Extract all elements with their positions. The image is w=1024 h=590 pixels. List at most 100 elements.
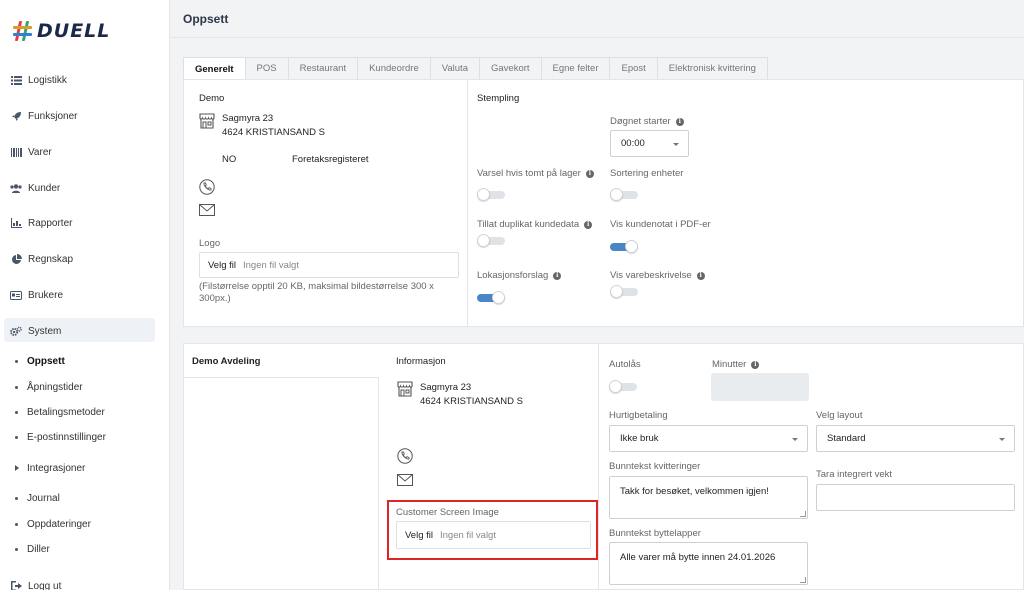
nav-item-funksjoner[interactable]: Funksjoner: [10, 108, 77, 124]
info-icon: i: [675, 117, 684, 126]
logo-file-button[interactable]: Velg fil: [208, 260, 236, 271]
company-name: Demo: [199, 93, 225, 104]
tab-restaurant[interactable]: Restaurant: [287, 57, 359, 79]
customer-screen-file-button[interactable]: Velg fil: [405, 530, 433, 541]
nav-item-logistikk[interactable]: Logistikk: [10, 72, 67, 88]
sort-units-toggle[interactable]: [610, 188, 638, 201]
department-panel: Demo Avdeling Informasjon Sagmyra 23 462…: [183, 343, 1024, 590]
phone-icon: [397, 448, 413, 464]
nav-item-label: Varer: [28, 146, 52, 158]
exchange-footer-textarea[interactable]: Alle varer må bytte innen 24.01.2026: [609, 542, 808, 585]
low-stock-warning-toggle[interactable]: [477, 188, 505, 201]
sort-units-label: Sortering enheter: [610, 168, 684, 179]
tab-pos[interactable]: POS: [244, 57, 289, 79]
day-start-select[interactable]: 00:00: [610, 130, 689, 157]
stamping-title: Stempling: [477, 93, 520, 104]
duplicate-customer-toggle[interactable]: [477, 234, 505, 247]
sidebar: DUELL Logistikk Funksjoner Varer Kunder …: [0, 0, 170, 590]
autolock-toggle[interactable]: [609, 380, 637, 393]
department-list[interactable]: [184, 377, 379, 590]
quick-pay-select[interactable]: Ikke bruk: [609, 425, 808, 452]
gears-icon: [10, 325, 22, 337]
tab-egne-felter[interactable]: Egne felter: [540, 57, 611, 79]
subnav-item-e-postinnstillinger[interactable]: E-postinnstillinger: [15, 430, 106, 444]
logo-hint: (Filstørrelse opptil 20 KB, maksimal bil…: [199, 281, 434, 304]
info-icon: i: [585, 169, 594, 178]
customer-note-pdf-label: Vis kundenotat i PDF-er: [610, 219, 711, 230]
chart-icon: [10, 217, 22, 229]
tab-gavekort[interactable]: Gavekort: [478, 57, 542, 79]
nav-item-label: Kunder: [28, 182, 61, 194]
list-icon: [10, 74, 22, 86]
logout-link[interactable]: Logg ut: [10, 578, 61, 590]
subnav-item-integrasjoner[interactable]: Integrasjoner: [15, 461, 85, 475]
department-city: 4624 KRISTIANSAND S: [420, 396, 523, 407]
customer-screen-file-input[interactable]: Velg fil Ingen fil valgt: [396, 521, 591, 549]
receipt-footer-textarea[interactable]: Takk for besøket, velkommen igjen!: [609, 476, 808, 519]
nav-item-label: Rapporter: [28, 217, 73, 229]
mail-icon: [397, 474, 413, 490]
tab-valuta[interactable]: Valuta: [429, 57, 480, 79]
tab-epost[interactable]: Epost: [609, 57, 658, 79]
subnav-item-diller[interactable]: Diller: [15, 542, 50, 556]
nav-item-varer[interactable]: Varer: [10, 144, 52, 160]
id-card-icon: [10, 289, 22, 301]
low-stock-warning-label: Varsel hvis tomt på lager i: [477, 168, 594, 179]
company-panel: Demo Sagmyra 23 4624 KRISTIANSAND S NO F…: [183, 79, 468, 327]
stamping-panel: Stempling Døgnet starter i 00:00 Varsel h…: [467, 79, 1024, 327]
nav-item-label: Funksjoner: [28, 110, 78, 122]
nav-item-kunder[interactable]: Kunder: [10, 180, 60, 196]
nav-item-system[interactable]: System: [10, 323, 61, 339]
subnav-item-journal[interactable]: Journal: [15, 491, 60, 505]
customer-screen-label: Customer Screen Image: [396, 507, 499, 518]
company-street: Sagmyra 23: [222, 113, 274, 124]
tab-kundeordre[interactable]: Kundeordre: [357, 57, 431, 79]
nav-item-brukere[interactable]: Brukere: [10, 287, 63, 303]
company-country: NO: [222, 154, 237, 165]
nav-item-rapporter[interactable]: Rapporter: [10, 215, 72, 231]
subnav-item-oppsett[interactable]: Oppsett: [15, 354, 65, 368]
customer-note-pdf-toggle[interactable]: [610, 240, 638, 253]
nav-item-label: Regnskap: [28, 253, 74, 265]
barcode-icon: [10, 146, 22, 158]
logo-file-status: Ingen fil valgt: [243, 259, 299, 271]
nav-item-label: System: [28, 325, 62, 337]
info-icon: i: [584, 220, 593, 229]
location-suggestion-label: Lokasjonsforslag i: [477, 270, 562, 281]
layout-select[interactable]: Standard: [816, 425, 1015, 452]
tara-input[interactable]: [816, 484, 1015, 511]
users-icon: [10, 182, 22, 194]
subnav-item-betalingsmetoder[interactable]: Betalingsmetoder: [15, 405, 105, 419]
nav-item-label: Logistikk: [28, 74, 67, 86]
layout-label: Velg layout: [816, 410, 863, 421]
logout-icon: [10, 580, 22, 590]
info-icon: i: [696, 271, 705, 280]
nav-item-regnskap[interactable]: Regnskap: [10, 251, 73, 267]
pie-chart-icon: [10, 253, 22, 265]
subnav-item-oppdateringer[interactable]: Oppdateringer: [15, 517, 91, 531]
store-icon: [199, 113, 215, 129]
company-registry: Foretaksregisteret: [292, 154, 369, 165]
store-icon: [397, 381, 413, 397]
tab-generelt[interactable]: Generelt: [183, 57, 246, 80]
nav-item-label: Brukere: [28, 289, 64, 301]
company-city: 4624 KRISTIANSAND S: [222, 127, 325, 138]
department-street: Sagmyra 23: [420, 382, 472, 393]
autolock-label: Autolås: [609, 359, 641, 370]
duell-logo-text: DUELL: [37, 20, 111, 42]
resize-handle-icon[interactable]: [800, 511, 806, 517]
customer-screen-file-status: Ingen fil valgt: [440, 529, 496, 541]
duell-logo[interactable]: DUELL: [12, 20, 110, 42]
settings-tabs: Generelt POS Restaurant Kundeordre Valut…: [183, 57, 768, 80]
product-description-toggle[interactable]: [610, 285, 638, 298]
tab-elektronisk-kvittering[interactable]: Elektronisk kvittering: [656, 57, 768, 79]
minutes-input[interactable]: [711, 373, 809, 401]
resize-handle-icon[interactable]: [800, 577, 806, 583]
info-icon: i: [553, 271, 562, 280]
page-header: Oppsett: [171, 0, 1024, 38]
location-suggestion-toggle[interactable]: [477, 291, 505, 304]
subnav-item-apningstider[interactable]: Åpningstider: [15, 380, 83, 394]
logo-file-input[interactable]: Velg fil Ingen fil valgt: [199, 252, 459, 278]
duplicate-customer-label: Tillat duplikat kundedata i: [477, 219, 593, 230]
chevron-down-icon: [673, 142, 679, 146]
